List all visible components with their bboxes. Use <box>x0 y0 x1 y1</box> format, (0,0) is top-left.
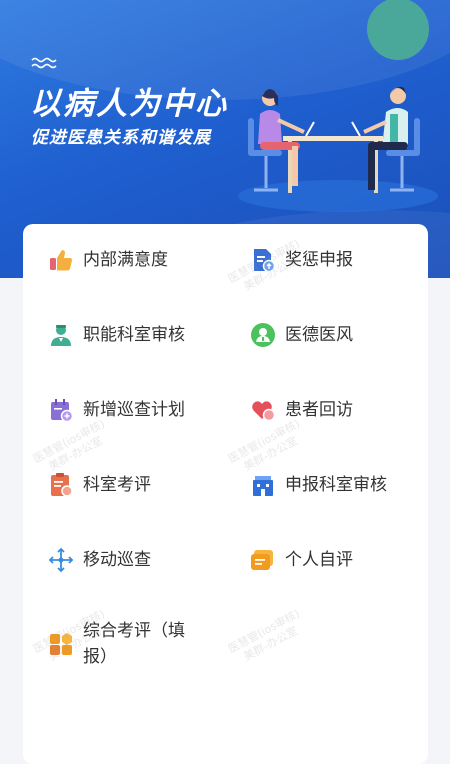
decorative-circle <box>367 0 429 60</box>
doctor-icon <box>48 322 74 348</box>
building-icon <box>250 472 276 498</box>
watermark: 医慧管(ios审核) 美群-办公室 <box>226 607 303 664</box>
menu-item-internal-satisfaction[interactable]: 内部满意度 <box>48 240 168 280</box>
menu-item-label: 职能科室审核 <box>83 324 185 345</box>
menu-item-mobile-inspection[interactable]: 移动巡查 <box>48 540 151 580</box>
move-arrows-icon <box>48 547 74 573</box>
menu-item-label: 综合考评（填 报） <box>83 618 185 670</box>
menu-item-label-line2: 报） <box>83 647 117 667</box>
menu-item-label: 医德医风 <box>285 324 353 345</box>
thumbs-up-icon <box>48 247 74 273</box>
menu-item-label-line1: 综合考评（填 <box>83 621 185 641</box>
menu-item-label: 患者回访 <box>285 399 353 420</box>
banner-subheadline: 促进医患关系和谐发展 <box>31 128 211 148</box>
doctor-badge-icon <box>250 322 276 348</box>
menu-item-label: 移动巡查 <box>83 549 151 570</box>
heart-chat-icon <box>250 397 276 423</box>
menu-item-declare-dept-review[interactable]: 申报科室审核 <box>250 465 387 505</box>
menu-item-label: 申报科室审核 <box>285 474 387 495</box>
menu-item-patient-followup[interactable]: 患者回访 <box>250 390 353 430</box>
menu-item-label: 个人自评 <box>285 549 353 570</box>
menu-item-comprehensive-evaluation[interactable]: 综合考评（填 报） <box>48 618 185 670</box>
menu-card: 内部满意度 奖惩申报 职能科室审核 医德医风 新增巡查计划 患者回访 科室考评 … <box>23 224 428 764</box>
menu-item-functional-dept-review[interactable]: 职能科室审核 <box>48 315 185 355</box>
menu-item-label: 内部满意度 <box>83 249 168 270</box>
menu-item-department-evaluation[interactable]: 科室考评 <box>48 465 151 505</box>
banner-headline: 以病人为中心 <box>30 86 228 122</box>
squiggle-decoration <box>31 57 57 69</box>
document-upload-icon <box>250 247 276 273</box>
menu-item-reward-punishment[interactable]: 奖惩申报 <box>250 240 353 280</box>
grid-hexagon-icon <box>48 631 74 657</box>
consultation-illustration <box>238 86 438 212</box>
menu-item-label: 奖惩申报 <box>285 249 353 270</box>
menu-item-medical-ethics[interactable]: 医德医风 <box>250 315 353 355</box>
menu-item-new-inspection-plan[interactable]: 新增巡查计划 <box>48 390 185 430</box>
menu-item-label: 新增巡查计划 <box>83 399 185 420</box>
menu-item-label: 科室考评 <box>83 474 151 495</box>
menu-item-self-evaluation[interactable]: 个人自评 <box>250 540 353 580</box>
calendar-add-icon <box>48 397 74 423</box>
message-card-icon <box>250 547 276 573</box>
clipboard-icon <box>48 472 74 498</box>
